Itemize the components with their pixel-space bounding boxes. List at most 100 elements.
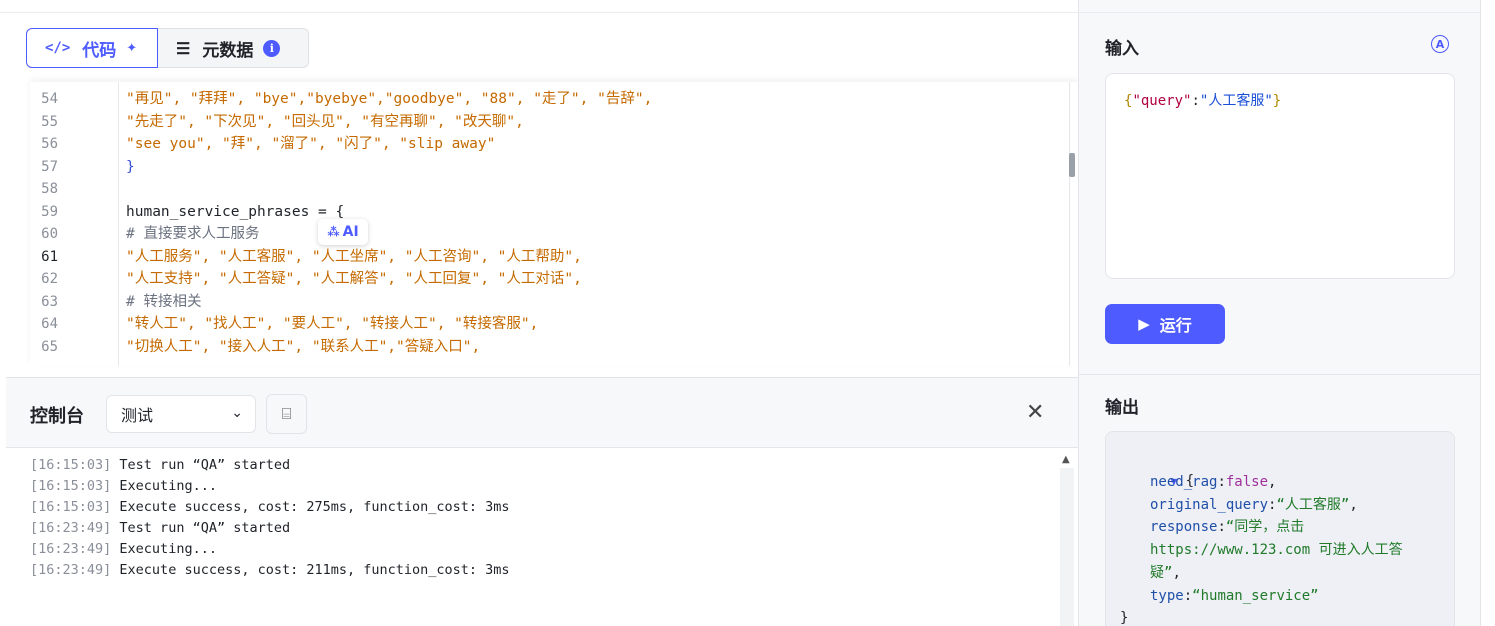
code-line: 62 "人工支持", "人工答疑", "人工解答", "人工回复", "人工对话"… <box>30 268 1070 290</box>
line-number: 60 <box>41 226 58 242</box>
environment-select[interactable]: 测试 ⌄ <box>106 395 256 433</box>
code-editor[interactable]: 54 "再见", "拜拜", "bye","byebye","goodbye", … <box>30 82 1078 366</box>
log-line: [16:23:49] Test run “QA” started <box>30 518 1060 539</box>
console-panel: 控制台 测试 ⌄ ⌸ ✕ [16:15:03] Test run “QA” st… <box>6 377 1078 626</box>
input-json-key: "query" <box>1132 93 1192 109</box>
code-text: # 转接相关 <box>126 293 202 310</box>
line-number: 65 <box>41 338 58 355</box>
section-divider <box>1079 374 1481 375</box>
log-message: Executing... <box>119 541 217 557</box>
console-header: 控制台 测试 ⌄ ⌸ ✕ <box>6 378 1078 448</box>
output-original-query: original_query:“人工客服”, <box>1150 497 1358 513</box>
line-number: 55 <box>41 113 58 130</box>
output-need-rag: need_rag:false, <box>1150 474 1277 490</box>
run-panel: 输入 A {"query":"人工客服"} ▶ 运行 输出 ▼ { need_r… <box>1078 0 1495 626</box>
log-message: Test run “QA” started <box>119 520 291 536</box>
editor-scroll-track <box>1069 82 1070 366</box>
log-line: [16:23:49] Executing... <box>30 539 1060 560</box>
chevron-down-icon: ⌄ <box>231 405 243 421</box>
output-title: 输出 <box>1105 398 1139 418</box>
clear-console-button[interactable]: ⌸ <box>266 394 307 434</box>
broom-icon: ⌸ <box>281 404 292 423</box>
console-title: 控制台 <box>30 406 84 427</box>
tab-metadata[interactable]: ☰ 元数据 i <box>158 28 309 68</box>
log-line: [16:15:03] Execute success, cost: 275ms,… <box>30 497 1060 518</box>
code-text: "人工服务", "人工客服", "人工坐席", "人工咨询", "人工帮助", <box>126 248 582 265</box>
run-button-label: 运行 <box>1159 316 1192 335</box>
close-console-button[interactable]: ✕ <box>1026 400 1044 425</box>
log-message: Test run “QA” started <box>119 457 291 473</box>
code-text: "人工支持", "人工答疑", "人工解答", "人工回复", "人工对话", <box>126 271 582 287</box>
code-line: 56 "see you", "拜", "溜了", "闪了", "slip away… <box>30 133 1070 155</box>
close-icon: ✕ <box>1026 400 1045 425</box>
top-strip <box>1079 0 1481 13</box>
auto-format-icon[interactable]: A <box>1431 35 1449 53</box>
code-line: 65 "切换人工", "接入人工", "联系人工","答疑入口", <box>30 336 1070 358</box>
sparkle-icon: ✦ <box>126 40 138 56</box>
editor-tabs: </> 代码 ✦ ☰ 元数据 i <box>26 28 309 68</box>
log-line: [16:23:49] Execute success, cost: 211ms,… <box>30 560 1060 581</box>
tab-code-label: 代码 <box>82 40 117 61</box>
json-close-brace: } <box>1272 93 1282 109</box>
log-timestamp: [16:23:49] <box>30 520 112 536</box>
code-text: "切换人工", "接入人工", "联系人工","答疑入口", <box>126 338 481 355</box>
log-message: Executing... <box>119 478 217 494</box>
environment-select-value: 测试 <box>121 406 154 425</box>
code-line: 55 "先走了", "下次见", "回头见", "有空再聊", "改天聊", <box>30 111 1070 133</box>
code-line: 58 <box>30 178 1070 200</box>
info-icon: i <box>263 39 281 57</box>
code-icon: </> <box>45 40 71 56</box>
code-line: 63 # 转接相关 <box>30 291 1070 313</box>
ai-assist-button[interactable]: ⁂ AI <box>318 219 368 245</box>
right-edge-gutter <box>1480 0 1495 626</box>
tab-metadata-label: 元数据 <box>202 40 254 61</box>
code-line: 61 "人工服务", "人工客服", "人工坐席", "人工咨询", "人工帮助"… <box>30 246 1070 268</box>
code-text: "再见", "拜拜", "bye","byebye","goodbye", "8… <box>126 91 653 107</box>
line-number: 58 <box>41 181 58 197</box>
log-timestamp: [16:23:49] <box>30 562 112 578</box>
top-strip <box>0 0 1078 13</box>
log-timestamp: [16:15:03] <box>30 499 112 515</box>
line-number: 61 <box>41 248 58 265</box>
code-text: } <box>126 158 135 175</box>
line-number: 54 <box>41 91 58 107</box>
log-line: [16:15:03] Executing... <box>30 476 1060 497</box>
console-scroll-track[interactable] <box>1060 468 1074 626</box>
editor-pane: </> 代码 ✦ ☰ 元数据 i 54 "再见", "拜拜", "bye","by… <box>0 0 1078 626</box>
magic-wand-icon: ⁂ <box>327 225 340 239</box>
line-number: 57 <box>41 158 58 175</box>
line-number: 62 <box>41 271 58 287</box>
editor-scrollbar[interactable] <box>1069 153 1075 177</box>
sliders-icon: ☰ <box>176 38 191 58</box>
log-timestamp: [16:15:03] <box>30 478 112 494</box>
log-message: Execute success, cost: 275ms, function_c… <box>119 499 510 515</box>
output-json-viewer: ▼ { need_rag:false, original_query:“人工客服… <box>1105 431 1455 626</box>
code-text: "see you", "拜", "溜了", "闪了", "slip away" <box>126 136 496 152</box>
log-message: Execute success, cost: 211ms, function_c… <box>119 562 510 578</box>
line-number: 63 <box>41 293 58 310</box>
output-type: type:“human_service” <box>1150 588 1319 604</box>
output-root-line: ▼ { <box>1120 447 1195 489</box>
output-response: response:“同学，点击 <box>1150 519 1305 535</box>
input-title: 输入 <box>1105 39 1139 59</box>
line-number: 64 <box>41 316 58 332</box>
code-line: 54 "再见", "拜拜", "bye","byebye","goodbye", … <box>30 88 1070 110</box>
input-json-value: "人工客服" <box>1199 93 1273 109</box>
code-text: # 直接要求人工服务 <box>126 226 260 242</box>
ai-badge-label: AI <box>342 224 359 240</box>
input-json-editor[interactable]: {"query":"人工客服"} <box>1105 73 1455 279</box>
code-line: 57} <box>30 156 1070 178</box>
scroll-up-arrow-icon[interactable]: ▲ <box>1062 454 1070 465</box>
log-timestamp: [16:15:03] <box>30 457 112 473</box>
code-line: 59 human_service_phrases = { <box>30 201 1070 223</box>
code-text: "转人工", "找人工", "要人工", "转接人工", "转接客服", <box>126 316 539 332</box>
output-response-cont-1: https://www.123.com 可进入人工答 <box>1150 542 1403 558</box>
code-text: human_service_phrases = { <box>126 203 345 220</box>
code-text: "先走了", "下次见", "回头见", "有空再聊", "改天聊", <box>126 113 524 130</box>
play-icon: ▶ <box>1138 315 1150 333</box>
run-button[interactable]: ▶ 运行 <box>1105 304 1225 344</box>
output-response-cont-2: 疑”, <box>1150 565 1181 581</box>
tab-code[interactable]: </> 代码 ✦ <box>26 28 158 68</box>
line-number: 59 <box>41 203 58 220</box>
log-line: [16:15:03] Test run “QA” started <box>30 455 1060 476</box>
